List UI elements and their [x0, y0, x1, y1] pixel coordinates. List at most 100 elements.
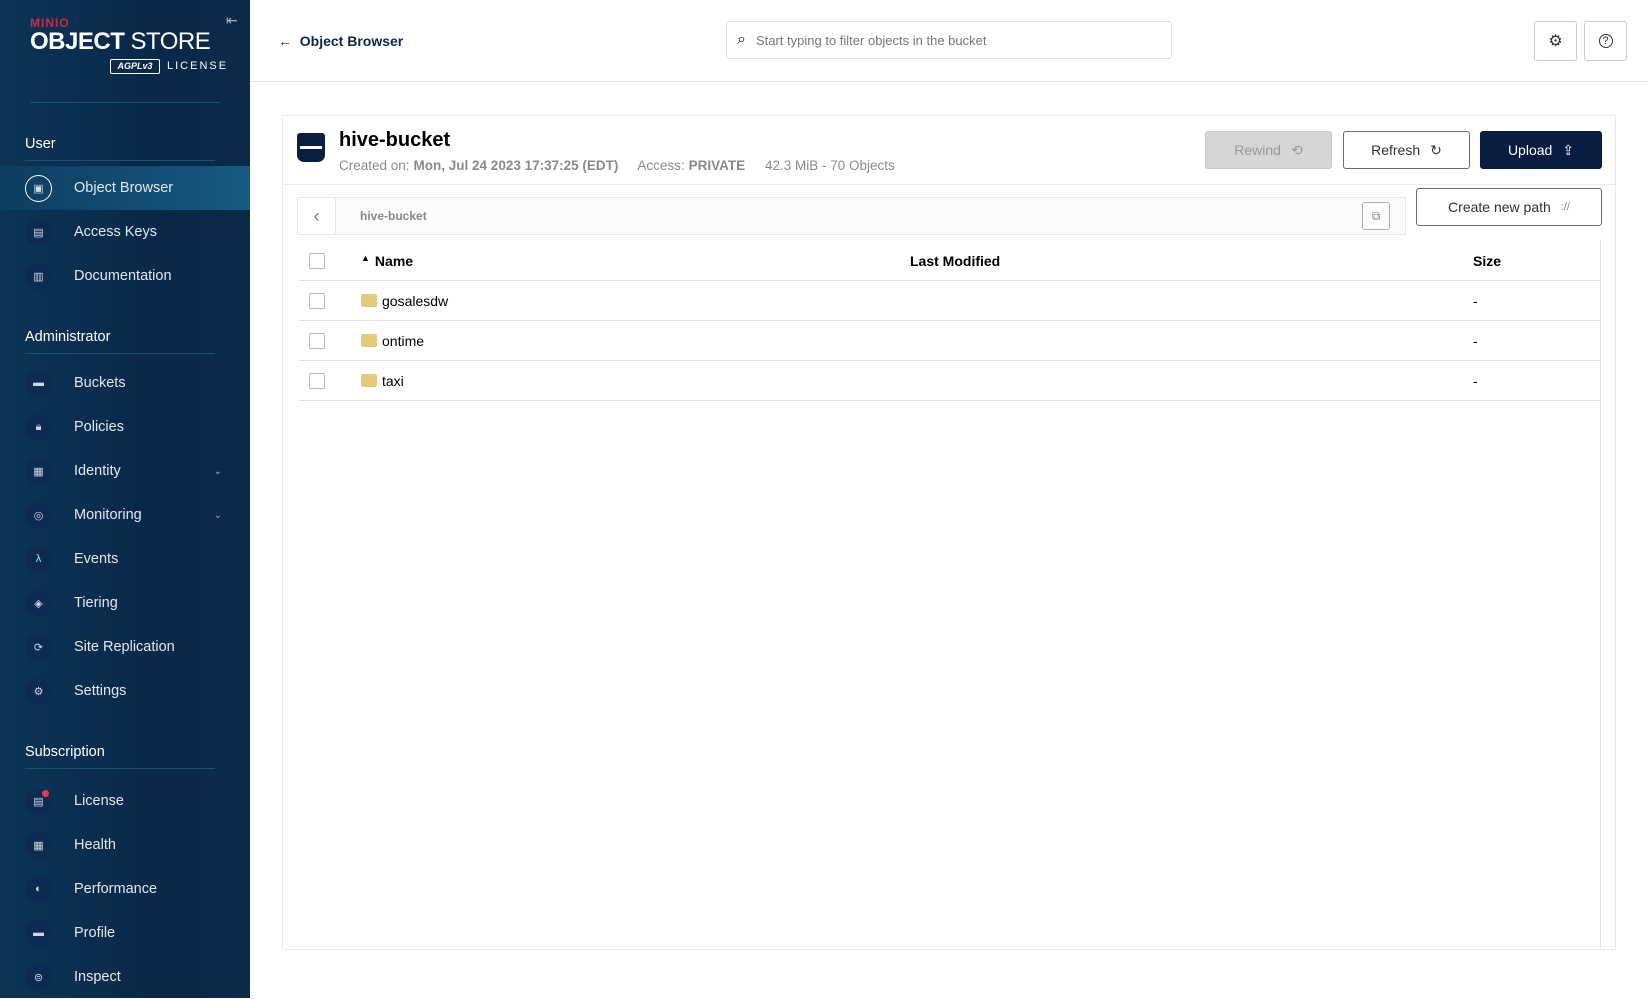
sidebar-item-label: Site Replication: [74, 639, 175, 655]
section-label: User: [25, 136, 56, 152]
identity-icon: ▦: [25, 457, 52, 485]
sidebar-item-label: Events: [74, 551, 119, 567]
sidebar-item-health[interactable]: ▦ Health: [0, 823, 250, 867]
folder-icon: [361, 374, 377, 387]
folder-icon: [361, 294, 377, 307]
refresh-button[interactable]: Refresh ↻: [1343, 131, 1470, 169]
breadcrumb-path[interactable]: hive-bucket: [360, 209, 427, 223]
sidebar-item-performance[interactable]: ◐ Performance: [0, 867, 250, 911]
gear-icon: ⚙: [1548, 33, 1563, 50]
sidebar-item-license[interactable]: ▤ License: [0, 779, 250, 823]
table-row[interactable]: gosalesdw -: [299, 281, 1600, 321]
history-icon: ⟲: [1290, 141, 1303, 158]
sidebar-item-events[interactable]: λ Events: [0, 537, 250, 581]
sidebar-item-object-browser[interactable]: ▣ Object Browser: [0, 166, 250, 210]
created-value: Mon, Jul 24 2023 17:37:25 (EDT): [413, 158, 619, 173]
license-label: LICENSE: [167, 60, 229, 72]
back-label: Object Browser: [299, 33, 404, 49]
column-size[interactable]: Size: [1473, 253, 1501, 269]
gear-icon: ⚙: [25, 677, 52, 705]
chevron-down-icon[interactable]: ⌄: [214, 510, 222, 521]
sidebar-item-profile[interactable]: ▬ Profile: [0, 911, 250, 955]
created-label: Created on:: [339, 158, 410, 173]
table-header: ▲ Name Last Modified Size: [299, 241, 1600, 281]
breadcrumb: ‹ hive-bucket ⧉: [297, 197, 1406, 235]
sidebar-item-label: Access Keys: [74, 224, 157, 240]
settings-button[interactable]: ⚙: [1534, 21, 1577, 61]
collapse-sidebar-icon[interactable]: ⇤: [226, 12, 238, 29]
table-row[interactable]: ontime -: [299, 321, 1600, 361]
objects-table: ▲ Name Last Modified Size gosalesdw - ontim…: [299, 241, 1600, 401]
copy-icon: ⧉: [1371, 208, 1381, 223]
create-path-label: Create new path: [1448, 199, 1551, 215]
row-checkbox[interactable]: [309, 332, 325, 349]
object-size: -: [1473, 372, 1478, 389]
rewind-button[interactable]: Rewind ⟲: [1205, 131, 1332, 169]
bucket-meta: Created on: Mon, Jul 24 2023 17:37:25 (ED…: [339, 158, 895, 173]
sidebar-item-label: Performance: [74, 881, 158, 897]
rewind-label: Rewind: [1234, 142, 1281, 158]
object-name[interactable]: ontime: [382, 333, 424, 349]
brand-main: OBJECT STORE: [30, 28, 211, 56]
sidebar-item-monitoring[interactable]: ◎ Monitoring ⌄: [0, 493, 250, 537]
column-last-modified[interactable]: Last Modified: [910, 253, 1000, 269]
brand-bold: OBJECT: [30, 28, 125, 55]
sidebar-item-tiering[interactable]: ◈ Tiering: [0, 581, 250, 625]
breadcrumb-back-button[interactable]: ‹: [298, 198, 336, 234]
bucket-icon: [297, 133, 325, 162]
sidebar-item-label: Policies: [74, 419, 124, 435]
bucket-icon: ▬: [25, 369, 52, 397]
sidebar-item-label: Tiering: [74, 595, 118, 611]
sidebar-item-access-keys[interactable]: ▤ Access Keys: [0, 210, 250, 254]
chevron-down-icon[interactable]: ⌄: [214, 466, 222, 477]
search-placeholder: Start typing to filter objects in the bu…: [755, 32, 987, 48]
table-row[interactable]: taxi -: [299, 361, 1600, 401]
upload-icon: ⇪: [1562, 141, 1575, 158]
refresh-icon: ↻: [1430, 141, 1442, 158]
section-label: Administrator: [25, 329, 111, 345]
sort-asc-icon: ▲: [361, 252, 370, 263]
object-name[interactable]: taxi: [382, 373, 404, 389]
select-all-checkbox[interactable]: [309, 252, 325, 269]
minio-logo: MINIO OBJECT STORE AGPLv3 LICENSE: [30, 16, 226, 74]
arrow-left-icon: ←: [278, 33, 292, 49]
top-bar: ← Object Browser ⌕ Start typing to filter…: [250, 0, 1648, 82]
divider: [30, 102, 220, 103]
performance-icon: ◐: [25, 875, 52, 903]
sidebar-item-label: Profile: [74, 925, 116, 941]
health-icon: ▦: [25, 831, 52, 859]
scrollbar[interactable]: [1600, 239, 1601, 949]
upload-button[interactable]: Upload ⇪: [1480, 131, 1602, 169]
divider: [25, 160, 215, 161]
help-icon: ?: [1598, 34, 1613, 48]
sidebar-item-policies[interactable]: 🔒︎ Policies: [0, 405, 250, 449]
chevron-left-icon: ‹: [313, 205, 320, 226]
column-name[interactable]: ▲ Name: [361, 253, 413, 269]
lock-icon: 🔒︎: [25, 413, 52, 441]
sidebar-item-buckets[interactable]: ▬ Buckets: [0, 361, 250, 405]
object-size: -: [1473, 292, 1478, 309]
sidebar-item-label: Identity: [74, 463, 121, 479]
replication-icon: ⟳: [25, 633, 52, 661]
search-icon: ⌕: [737, 31, 746, 48]
refresh-label: Refresh: [1371, 142, 1421, 158]
sidebar-item-identity[interactable]: ▦ Identity ⌄: [0, 449, 250, 493]
object-size: -: [1473, 332, 1478, 349]
create-new-path-button[interactable]: Create new path ://: [1416, 188, 1602, 226]
sidebar-item-documentation[interactable]: ▥ Documentation: [0, 254, 250, 298]
divider: [25, 353, 215, 354]
row-checkbox[interactable]: [309, 372, 325, 389]
copy-path-button[interactable]: ⧉: [1362, 202, 1390, 230]
help-button[interactable]: ?: [1584, 21, 1627, 61]
divider: [25, 768, 215, 769]
back-link[interactable]: ← Object Browser: [278, 33, 403, 49]
brand-store: STORE: [130, 28, 211, 55]
search-input[interactable]: ⌕ Start typing to filter objects in the b…: [726, 21, 1172, 59]
documentation-icon: ▥: [25, 262, 52, 290]
object-name[interactable]: gosalesdw: [382, 293, 448, 309]
sidebar-item-site-replication[interactable]: ⟳ Site Replication: [0, 625, 250, 669]
new-path-icon: ://: [1560, 201, 1570, 213]
sidebar-item-settings[interactable]: ⚙ Settings: [0, 669, 250, 713]
row-checkbox[interactable]: [309, 292, 325, 309]
sidebar-item-inspect[interactable]: ⊜ Inspect: [0, 955, 250, 999]
